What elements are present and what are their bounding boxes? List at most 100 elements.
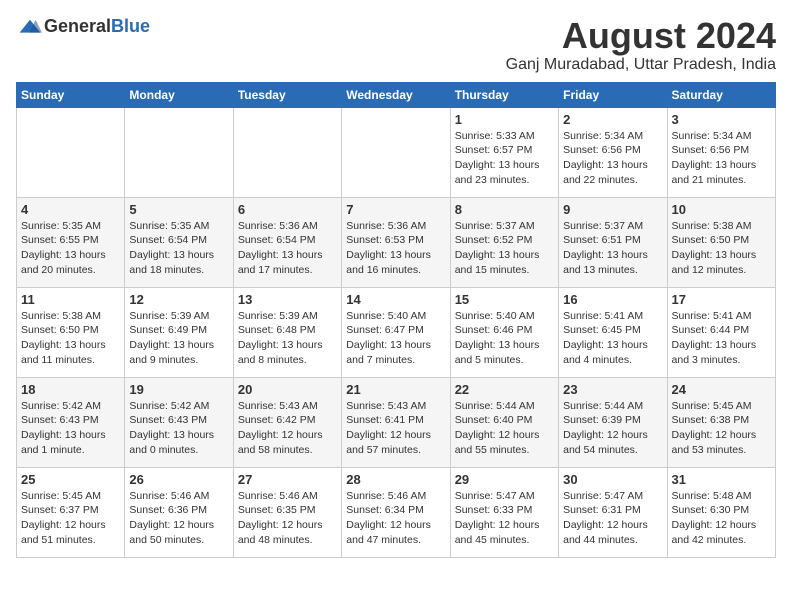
day-info: Sunrise: 5:35 AM Sunset: 6:55 PM Dayligh… [21,219,120,278]
day-number: 10 [672,202,771,217]
calendar-cell: 27 Sunrise: 5:46 AM Sunset: 6:35 PM Dayli… [233,467,341,557]
calendar-cell: 21 Sunrise: 5:43 AM Sunset: 6:41 PM Dayli… [342,377,450,467]
day-number: 6 [238,202,337,217]
calendar-cell: 24 Sunrise: 5:45 AM Sunset: 6:38 PM Dayli… [667,377,775,467]
calendar-cell: 23Sunrise: 5:44 AM Sunset: 6:39 PM Dayli… [559,377,667,467]
day-info: Sunrise: 5:47 AM Sunset: 6:31 PM Dayligh… [563,489,662,548]
calendar-cell [125,107,233,197]
calendar-cell: 7 Sunrise: 5:36 AM Sunset: 6:53 PM Daylig… [342,197,450,287]
week-row-1: 1 Sunrise: 5:33 AM Sunset: 6:57 PM Daylig… [17,107,776,197]
calendar-cell: 28 Sunrise: 5:46 AM Sunset: 6:34 PM Dayli… [342,467,450,557]
calendar-cell: 4 Sunrise: 5:35 AM Sunset: 6:55 PM Daylig… [17,197,125,287]
day-info: Sunrise: 5:44 AM Sunset: 6:39 PM Dayligh… [563,399,662,458]
day-number: 13 [238,292,337,307]
calendar-cell: 17 Sunrise: 5:41 AM Sunset: 6:44 PM Dayli… [667,287,775,377]
day-info: Sunrise: 5:42 AM Sunset: 6:43 PM Dayligh… [21,399,120,458]
calendar-cell: 12Sunrise: 5:39 AM Sunset: 6:49 PM Dayli… [125,287,233,377]
day-info: Sunrise: 5:43 AM Sunset: 6:41 PM Dayligh… [346,399,445,458]
day-info: Sunrise: 5:47 AM Sunset: 6:33 PM Dayligh… [455,489,554,548]
day-number: 16 [563,292,662,307]
day-number: 5 [129,202,228,217]
day-info: Sunrise: 5:34 AM Sunset: 6:56 PM Dayligh… [563,129,662,188]
day-info: Sunrise: 5:44 AM Sunset: 6:40 PM Dayligh… [455,399,554,458]
day-number: 25 [21,472,120,487]
header-day-monday: Monday [125,82,233,107]
day-info: Sunrise: 5:43 AM Sunset: 6:42 PM Dayligh… [238,399,337,458]
calendar-cell: 1 Sunrise: 5:33 AM Sunset: 6:57 PM Daylig… [450,107,558,197]
day-info: Sunrise: 5:38 AM Sunset: 6:50 PM Dayligh… [21,309,120,368]
day-info: Sunrise: 5:35 AM Sunset: 6:54 PM Dayligh… [129,219,228,278]
day-info: Sunrise: 5:48 AM Sunset: 6:30 PM Dayligh… [672,489,771,548]
day-info: Sunrise: 5:40 AM Sunset: 6:47 PM Dayligh… [346,309,445,368]
header-day-sunday: Sunday [17,82,125,107]
day-number: 7 [346,202,445,217]
day-info: Sunrise: 5:34 AM Sunset: 6:56 PM Dayligh… [672,129,771,188]
calendar-cell: 15Sunrise: 5:40 AM Sunset: 6:46 PM Dayli… [450,287,558,377]
calendar-cell: 10Sunrise: 5:38 AM Sunset: 6:50 PM Dayli… [667,197,775,287]
day-info: Sunrise: 5:36 AM Sunset: 6:53 PM Dayligh… [346,219,445,278]
calendar-cell: 29Sunrise: 5:47 AM Sunset: 6:33 PM Dayli… [450,467,558,557]
day-number: 20 [238,382,337,397]
day-info: Sunrise: 5:36 AM Sunset: 6:54 PM Dayligh… [238,219,337,278]
day-number: 28 [346,472,445,487]
day-number: 26 [129,472,228,487]
calendar-cell: 2 Sunrise: 5:34 AM Sunset: 6:56 PM Daylig… [559,107,667,197]
day-number: 31 [672,472,771,487]
day-number: 1 [455,112,554,127]
calendar-cell: 9Sunrise: 5:37 AM Sunset: 6:51 PM Daylig… [559,197,667,287]
header-day-wednesday: Wednesday [342,82,450,107]
day-info: Sunrise: 5:45 AM Sunset: 6:38 PM Dayligh… [672,399,771,458]
calendar-cell: 25 Sunrise: 5:45 AM Sunset: 6:37 PM Dayli… [17,467,125,557]
calendar-cell: 5 Sunrise: 5:35 AM Sunset: 6:54 PM Daylig… [125,197,233,287]
calendar-cell: 31 Sunrise: 5:48 AM Sunset: 6:30 PM Dayli… [667,467,775,557]
calendar-cell: 8 Sunrise: 5:37 AM Sunset: 6:52 PM Daylig… [450,197,558,287]
day-info: Sunrise: 5:42 AM Sunset: 6:43 PM Dayligh… [129,399,228,458]
day-info: Sunrise: 5:37 AM Sunset: 6:52 PM Dayligh… [455,219,554,278]
calendar-cell [233,107,341,197]
day-number: 19 [129,382,228,397]
day-number: 4 [21,202,120,217]
calendar-cell: 11 Sunrise: 5:38 AM Sunset: 6:50 PM Dayli… [17,287,125,377]
day-number: 17 [672,292,771,307]
calendar-cell: 14 Sunrise: 5:40 AM Sunset: 6:47 PM Dayli… [342,287,450,377]
day-info: Sunrise: 5:37 AM Sunset: 6:51 PM Dayligh… [563,219,662,278]
day-info: Sunrise: 5:40 AM Sunset: 6:46 PM Dayligh… [455,309,554,368]
day-number: 8 [455,202,554,217]
page-header: GeneralBlue August 2024 Ganj Muradabad, … [16,16,776,74]
day-number: 21 [346,382,445,397]
day-info: Sunrise: 5:46 AM Sunset: 6:35 PM Dayligh… [238,489,337,548]
calendar-cell: 6 Sunrise: 5:36 AM Sunset: 6:54 PM Daylig… [233,197,341,287]
day-info: Sunrise: 5:45 AM Sunset: 6:37 PM Dayligh… [21,489,120,548]
day-number: 2 [563,112,662,127]
location-subtitle: Ganj Muradabad, Uttar Pradesh, India [506,56,776,74]
week-row-4: 18Sunrise: 5:42 AM Sunset: 6:43 PM Dayli… [17,377,776,467]
calendar-cell [342,107,450,197]
day-info: Sunrise: 5:33 AM Sunset: 6:57 PM Dayligh… [455,129,554,188]
header-row: SundayMondayTuesdayWednesdayThursdayFrid… [17,82,776,107]
calendar-cell [17,107,125,197]
day-number: 11 [21,292,120,307]
day-number: 3 [672,112,771,127]
day-info: Sunrise: 5:41 AM Sunset: 6:44 PM Dayligh… [672,309,771,368]
header-day-saturday: Saturday [667,82,775,107]
week-row-3: 11 Sunrise: 5:38 AM Sunset: 6:50 PM Dayli… [17,287,776,377]
day-info: Sunrise: 5:46 AM Sunset: 6:34 PM Dayligh… [346,489,445,548]
day-info: Sunrise: 5:41 AM Sunset: 6:45 PM Dayligh… [563,309,662,368]
header-day-tuesday: Tuesday [233,82,341,107]
day-info: Sunrise: 5:46 AM Sunset: 6:36 PM Dayligh… [129,489,228,548]
day-number: 12 [129,292,228,307]
calendar-cell: 16 Sunrise: 5:41 AM Sunset: 6:45 PM Dayli… [559,287,667,377]
week-row-5: 25 Sunrise: 5:45 AM Sunset: 6:37 PM Dayli… [17,467,776,557]
calendar-cell: 18Sunrise: 5:42 AM Sunset: 6:43 PM Dayli… [17,377,125,467]
day-number: 27 [238,472,337,487]
calendar-cell: 19 Sunrise: 5:42 AM Sunset: 6:43 PM Dayli… [125,377,233,467]
calendar-cell: 26 Sunrise: 5:46 AM Sunset: 6:36 PM Dayli… [125,467,233,557]
week-row-2: 4 Sunrise: 5:35 AM Sunset: 6:55 PM Daylig… [17,197,776,287]
day-number: 24 [672,382,771,397]
day-number: 14 [346,292,445,307]
day-info: Sunrise: 5:39 AM Sunset: 6:48 PM Dayligh… [238,309,337,368]
month-year-title: August 2024 [506,16,776,56]
calendar-table: SundayMondayTuesdayWednesdayThursdayFrid… [16,82,776,558]
calendar-cell: 20 Sunrise: 5:43 AM Sunset: 6:42 PM Dayli… [233,377,341,467]
logo-text-general: General [44,16,111,36]
